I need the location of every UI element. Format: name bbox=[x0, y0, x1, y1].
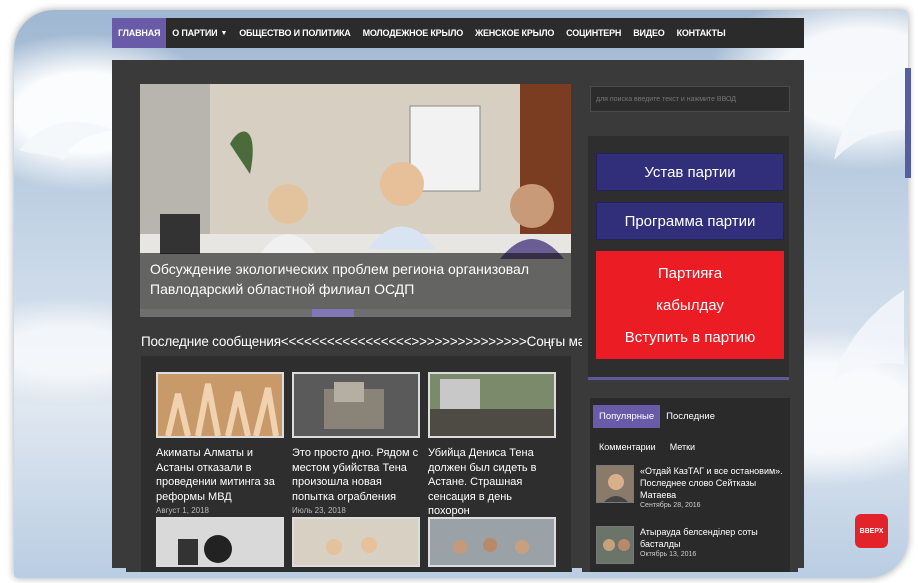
nav-label: КОНТАКТЫ bbox=[676, 28, 726, 38]
post-card[interactable]: Это просто дно. Рядом с местом убийства … bbox=[292, 372, 420, 515]
popular-title[interactable]: «Отдай КазТАГ и все остановим». Последне… bbox=[640, 465, 786, 501]
post-thumbnail[interactable] bbox=[428, 517, 556, 567]
tab-popular[interactable]: Популярные bbox=[593, 405, 661, 428]
popular-date: Октябрь 13, 2016 bbox=[640, 551, 697, 558]
popular-date: Сентябрь 28, 2016 bbox=[640, 502, 701, 509]
nav-item-society-politics[interactable]: ОБЩЕСТВО И ПОЛИТИКА bbox=[233, 18, 356, 48]
widget-tabs: Популярные Последние bbox=[593, 405, 721, 428]
side-strip bbox=[905, 68, 911, 178]
nav-item-home[interactable]: ГЛАВНАЯ bbox=[112, 18, 167, 48]
post-thumbnail[interactable] bbox=[292, 517, 420, 567]
search-input[interactable] bbox=[590, 86, 790, 112]
post-thumbnail[interactable] bbox=[156, 372, 284, 438]
post-title[interactable]: Это просто дно. Рядом с местом убийства … bbox=[292, 446, 420, 504]
join-kz-line2: кабылдау bbox=[656, 296, 724, 314]
nav-label: ЖЕНСКОЕ КРЫЛО bbox=[475, 28, 555, 38]
nav-item-socintern[interactable]: СОЦИНТЕРН bbox=[560, 18, 627, 48]
nav-item-women-wing[interactable]: ЖЕНСКОЕ КРЫЛО bbox=[469, 18, 560, 48]
widget-subtabs: Комментарии Метки bbox=[599, 442, 695, 452]
slide-caption[interactable]: Обсуждение экологических проблем региона… bbox=[140, 253, 571, 309]
popular-thumbnail[interactable] bbox=[596, 526, 634, 564]
dove-icon bbox=[834, 70, 904, 160]
nav-label: МОЛОДЕЖНОЕ КРЫЛО bbox=[362, 28, 464, 38]
featured-slider[interactable]: Обсуждение экологических проблем региона… bbox=[140, 84, 571, 309]
program-button[interactable]: Программа партии bbox=[596, 202, 784, 240]
tab-tags[interactable]: Метки bbox=[670, 442, 695, 452]
back-to-top-button[interactable]: ВВЕРХ bbox=[855, 514, 888, 548]
chevron-down-icon: ▼ bbox=[220, 29, 228, 37]
post-date: Июль 23, 2018 bbox=[292, 506, 346, 515]
post-card[interactable]: Акиматы Алматы и Астаны отказали в прове… bbox=[156, 372, 284, 515]
popular-item[interactable]: Атырауда белсенділер соты басталды Октяб… bbox=[596, 526, 786, 564]
main-navigation: ГЛАВНАЯ О ПАРТИИ ▼ ОБЩЕСТВО И ПОЛИТИКА МО… bbox=[112, 18, 804, 48]
nav-label: СОЦИНТЕРН bbox=[566, 28, 622, 38]
nav-item-youth-wing[interactable]: МОЛОДЕЖНОЕ КРЫЛО bbox=[357, 18, 469, 48]
nav-label: ГЛАВНАЯ bbox=[118, 28, 161, 38]
dove-icon bbox=[834, 290, 904, 380]
nav-label: ВИДЕО bbox=[633, 28, 665, 38]
nav-label: О ПАРТИИ bbox=[172, 28, 218, 38]
nav-item-video[interactable]: ВИДЕО bbox=[627, 18, 670, 48]
dove-icon bbox=[19, 121, 114, 160]
join-ru-label: Вступить в партию bbox=[624, 328, 756, 346]
nav-label: ОБЩЕСТВО И ПОЛИТИКА bbox=[239, 28, 351, 38]
nav-item-about-party[interactable]: О ПАРТИИ ▼ bbox=[166, 18, 233, 48]
post-title[interactable]: Убийца Дениса Тена должен был сидеть в А… bbox=[428, 446, 556, 519]
popular-thumbnail[interactable] bbox=[596, 465, 634, 503]
post-thumbnail[interactable] bbox=[428, 372, 556, 438]
tab-recent[interactable]: Последние bbox=[660, 405, 721, 428]
slider-thumb[interactable] bbox=[312, 309, 354, 317]
join-kz-line1: Партияға bbox=[657, 264, 723, 282]
post-card[interactable]: Убийца Дениса Тена должен был сидеть в А… bbox=[428, 372, 556, 521]
slider-progress[interactable] bbox=[140, 309, 571, 317]
popular-item[interactable]: «Отдай КазТАГ и все остановим». Последне… bbox=[596, 465, 786, 509]
latest-posts-heading: Последние сообщения<<<<<<<<<<<<<<<<<>>>>… bbox=[141, 334, 618, 349]
post-date: Август 1, 2018 bbox=[156, 506, 209, 515]
post-thumbnail[interactable] bbox=[156, 517, 284, 567]
join-party-button[interactable]: Партияға кабылдау Вступить в партию bbox=[596, 251, 784, 359]
charter-button[interactable]: Устав партии bbox=[596, 153, 784, 191]
tab-comments[interactable]: Комментарии bbox=[599, 442, 656, 452]
post-title[interactable]: Акиматы Алматы и Астаны отказали в прове… bbox=[156, 446, 284, 504]
nav-item-contacts[interactable]: КОНТАКТЫ bbox=[671, 18, 732, 48]
popular-title[interactable]: Атырауда белсенділер соты басталды bbox=[640, 526, 786, 550]
post-thumbnail[interactable] bbox=[292, 372, 420, 438]
